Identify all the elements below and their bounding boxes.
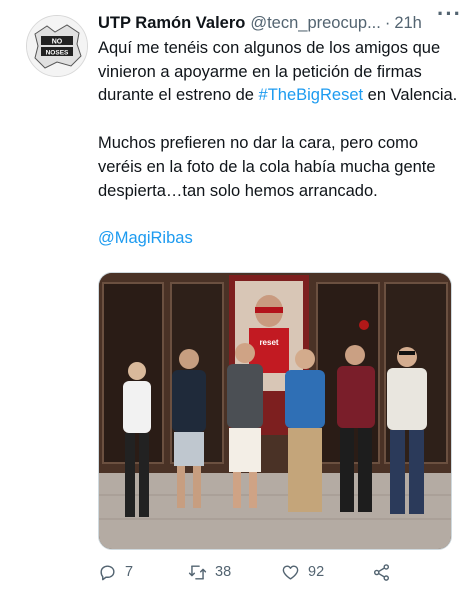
header-separator: · bbox=[384, 13, 391, 32]
tweet-photo[interactable]: reset bbox=[98, 272, 452, 550]
tweet-header: UTP Ramón Valero @tecn_preocup... · 21h bbox=[98, 10, 462, 36]
share-icon bbox=[373, 563, 390, 581]
like-count: 92 bbox=[308, 564, 325, 580]
tweet-timestamp[interactable]: 21h bbox=[394, 14, 422, 33]
tweet-paragraph-3: @MagiRibas bbox=[98, 227, 464, 251]
tweet-text-p1-after: en Valencia. bbox=[363, 86, 458, 105]
author-avatar[interactable]: NO NOSES bbox=[26, 15, 88, 77]
like-button[interactable]: 92 bbox=[281, 560, 324, 584]
tweet-paragraph-1: Aquí me tenéis con algunos de los amigos… bbox=[98, 37, 464, 108]
share-button[interactable] bbox=[372, 560, 391, 584]
hashtag-link[interactable]: #TheBigReset bbox=[259, 86, 364, 104]
avatar-text-bottom: NOSES bbox=[46, 50, 69, 57]
retweet-count: 38 bbox=[215, 564, 232, 580]
poster-text: reset bbox=[259, 338, 278, 347]
retweet-button[interactable]: 38 bbox=[188, 560, 231, 584]
author-handle[interactable]: @tecn_preocup... bbox=[250, 14, 381, 33]
author-name[interactable]: UTP Ramón Valero bbox=[98, 14, 245, 33]
tweet-text: Aquí me tenéis con algunos de los amigos… bbox=[98, 37, 464, 251]
tweet-paragraph-2: Muchos prefieren no dar la cara, pero co… bbox=[98, 134, 436, 200]
reply-button[interactable]: 7 bbox=[98, 560, 133, 584]
person-4 bbox=[285, 349, 325, 512]
mention-link[interactable]: @MagiRibas bbox=[98, 229, 193, 247]
reply-icon bbox=[100, 564, 115, 580]
reply-count: 7 bbox=[125, 564, 134, 580]
more-horizontal-icon[interactable]: ··· bbox=[437, 3, 462, 25]
avatar-text-top: NO bbox=[52, 39, 63, 46]
retweet-icon bbox=[188, 564, 207, 580]
heart-icon bbox=[282, 564, 299, 580]
tweet-actions: 7 38 92 bbox=[98, 560, 398, 584]
